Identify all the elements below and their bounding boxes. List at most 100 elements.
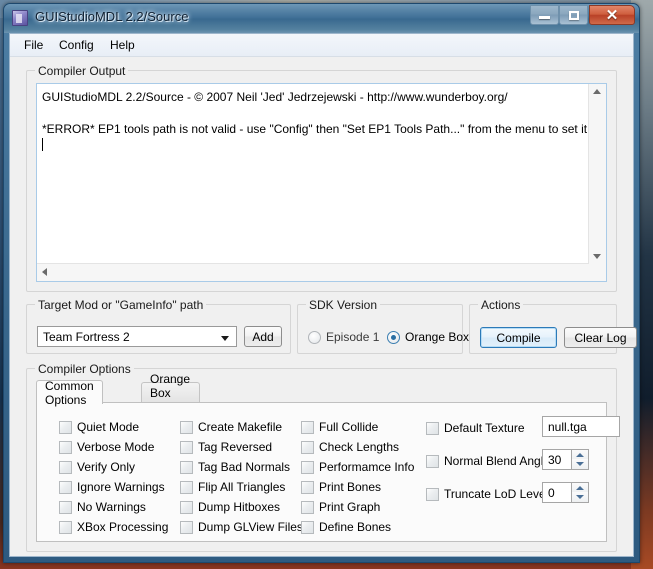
output-line-1: GUIStudioMDL 2.2/Source - © 2007 Neil 'J… <box>42 90 508 104</box>
checkbox-define-bones[interactable]: Define Bones <box>301 520 391 534</box>
spinner-down-button[interactable] <box>572 459 588 469</box>
checkbox-dump-hitboxes-label: Dump Hitboxes <box>198 500 281 514</box>
menu-item-file[interactable]: File <box>19 37 48 53</box>
spinner-down-icon <box>576 462 584 466</box>
checkbox-performamce-info-box[interactable] <box>301 460 314 474</box>
checkbox-flip-all-triangles-label: Flip All Triangles <box>198 480 286 494</box>
checkbox-default-texture[interactable]: Default Texture <box>426 421 525 435</box>
checkbox-tag-bad-normals-box[interactable] <box>180 460 193 474</box>
checkbox-no-warnings[interactable]: No Warnings <box>59 500 146 514</box>
radio-orange-box[interactable]: Orange Box <box>387 330 469 344</box>
truncate-lod-level-value: 0 <box>548 485 555 500</box>
chevron-down-icon[interactable] <box>221 336 229 341</box>
default-texture-input[interactable]: null.tga <box>542 416 620 437</box>
clear-log-button[interactable]: Clear Log <box>564 327 637 348</box>
checkbox-dump-glview-files[interactable]: Dump GLView Files <box>180 520 303 534</box>
output-vertical-scrollbar[interactable] <box>588 84 606 264</box>
checkbox-full-collide[interactable]: Full Collide <box>301 420 378 434</box>
checkbox-verbose-mode[interactable]: Verbose Mode <box>59 440 154 454</box>
add-button[interactable]: Add <box>244 326 282 347</box>
checkbox-normal-blend-angle-box[interactable] <box>426 454 439 468</box>
checkbox-print-graph-box[interactable] <box>301 500 314 514</box>
output-horizontal-scrollbar[interactable] <box>37 263 589 281</box>
checkbox-normal-blend-angle-label: Normal Blend Angle <box>444 454 551 468</box>
checkbox-normal-blend-angle[interactable]: Normal Blend Angle <box>426 454 550 468</box>
normal-blend-angle-field[interactable]: 30 <box>542 449 572 470</box>
checkbox-flip-all-triangles[interactable]: Flip All Triangles <box>180 480 285 494</box>
minimize-button[interactable] <box>530 5 559 25</box>
spinner-down-icon <box>576 495 584 499</box>
normal-blend-angle-spin-buttons[interactable] <box>572 449 589 470</box>
checkbox-ignore-warnings-box[interactable] <box>59 480 72 494</box>
checkbox-define-bones-box[interactable] <box>301 520 314 534</box>
close-icon: ✕ <box>605 7 619 24</box>
checkbox-verbose-mode-box[interactable] <box>59 440 72 454</box>
checkbox-full-collide-label: Full Collide <box>319 420 379 434</box>
checkbox-dump-hitboxes[interactable]: Dump Hitboxes <box>180 500 280 514</box>
scroll-left-icon[interactable] <box>42 268 47 276</box>
checkbox-flip-all-triangles-box[interactable] <box>180 480 193 494</box>
checkbox-quiet-mode-box[interactable] <box>59 420 72 434</box>
checkbox-tag-reversed-box[interactable] <box>180 440 193 454</box>
truncate-lod-level-spin-buttons[interactable] <box>572 482 589 503</box>
close-button[interactable]: ✕ <box>589 5 635 25</box>
target-mod-combobox[interactable]: Team Fortress 2 <box>37 326 237 347</box>
checkbox-print-bones-box[interactable] <box>301 480 314 494</box>
target-mod-group: Target Mod or "GameInfo" path Team Fortr… <box>26 298 291 354</box>
checkbox-ignore-warnings[interactable]: Ignore Warnings <box>59 480 165 494</box>
checkbox-xbox-processing-label: XBox Processing <box>77 520 169 534</box>
maximize-button[interactable] <box>559 5 588 25</box>
checkbox-no-warnings-box[interactable] <box>59 500 72 514</box>
checkbox-print-bones-label: Print Bones <box>319 480 382 494</box>
checkbox-dump-glview-files-label: Dump GLView Files <box>198 520 303 534</box>
radio-episode-1[interactable]: Episode 1 <box>308 330 379 344</box>
scroll-up-icon[interactable] <box>593 89 601 94</box>
checkbox-default-texture-box[interactable] <box>426 421 439 435</box>
compiler-options-group: Compiler Options Common Options Orange B… <box>26 362 620 552</box>
truncate-lod-level-field[interactable]: 0 <box>542 482 572 503</box>
checkbox-verify-only-label: Verify Only <box>77 460 136 474</box>
compiler-output-textarea[interactable]: GUIStudioMDL 2.2/Source - © 2007 Neil 'J… <box>36 83 607 282</box>
compile-button[interactable]: Compile <box>480 327 557 348</box>
application-window: GUIStudioMDL 2.2/Source ✕ File Config He… <box>3 3 640 563</box>
spinner-up-icon <box>576 486 584 490</box>
checkbox-dump-hitboxes-box[interactable] <box>180 500 193 514</box>
checkbox-tag-bad-normals[interactable]: Tag Bad Normals <box>180 460 290 474</box>
tab-common-options-label: Common Options <box>45 378 94 407</box>
checkbox-print-bones[interactable]: Print Bones <box>301 480 381 494</box>
actions-group: Actions Compile Clear Log <box>469 298 637 354</box>
menu-item-config[interactable]: Config <box>54 37 99 53</box>
checkbox-print-graph[interactable]: Print Graph <box>301 500 380 514</box>
checkbox-verify-only-box[interactable] <box>59 460 72 474</box>
menu-item-help[interactable]: Help <box>105 37 140 53</box>
checkbox-print-graph-label: Print Graph <box>319 500 381 514</box>
checkbox-performamce-info[interactable]: Performamce Info <box>301 460 414 474</box>
compiler-options-group-label: Compiler Options <box>35 362 134 376</box>
checkbox-dump-glview-files-box[interactable] <box>180 520 193 534</box>
spinner-down-button[interactable] <box>572 492 588 502</box>
checkbox-quiet-mode[interactable]: Quiet Mode <box>59 420 139 434</box>
checkbox-verify-only[interactable]: Verify Only <box>59 460 135 474</box>
checkbox-xbox-processing-box[interactable] <box>59 520 72 534</box>
checkbox-check-lengths-box[interactable] <box>301 440 314 454</box>
checkbox-truncate-lod-level[interactable]: Truncate LoD Level <box>426 487 548 501</box>
checkbox-create-makefile[interactable]: Create Makefile <box>180 420 282 434</box>
checkbox-performamce-info-label: Performamce Info <box>319 460 415 474</box>
window-title: GUIStudioMDL 2.2/Source <box>35 9 189 24</box>
checkbox-tag-reversed[interactable]: Tag Reversed <box>180 440 272 454</box>
checkbox-create-makefile-box[interactable] <box>180 420 193 434</box>
scroll-down-icon[interactable] <box>593 254 601 259</box>
radio-orange-box-indicator[interactable] <box>387 330 400 344</box>
app-icon <box>12 10 28 26</box>
tab-orange-box-options[interactable]: Orange Box Options <box>141 372 201 414</box>
checkbox-full-collide-box[interactable] <box>301 420 314 434</box>
tab-common-options[interactable]: Common Options <box>36 378 103 407</box>
checkbox-xbox-processing[interactable]: XBox Processing <box>59 520 168 534</box>
compiler-output-group-label: Compiler Output <box>35 64 129 78</box>
radio-episode-1-indicator[interactable] <box>308 330 321 344</box>
minimize-icon <box>531 6 558 24</box>
checkbox-check-lengths[interactable]: Check Lengths <box>301 440 399 454</box>
target-mod-group-label: Target Mod or "GameInfo" path <box>35 298 207 312</box>
checkbox-truncate-lod-level-box[interactable] <box>426 487 439 501</box>
title-bar[interactable]: GUIStudioMDL 2.2/Source ✕ <box>4 4 639 33</box>
